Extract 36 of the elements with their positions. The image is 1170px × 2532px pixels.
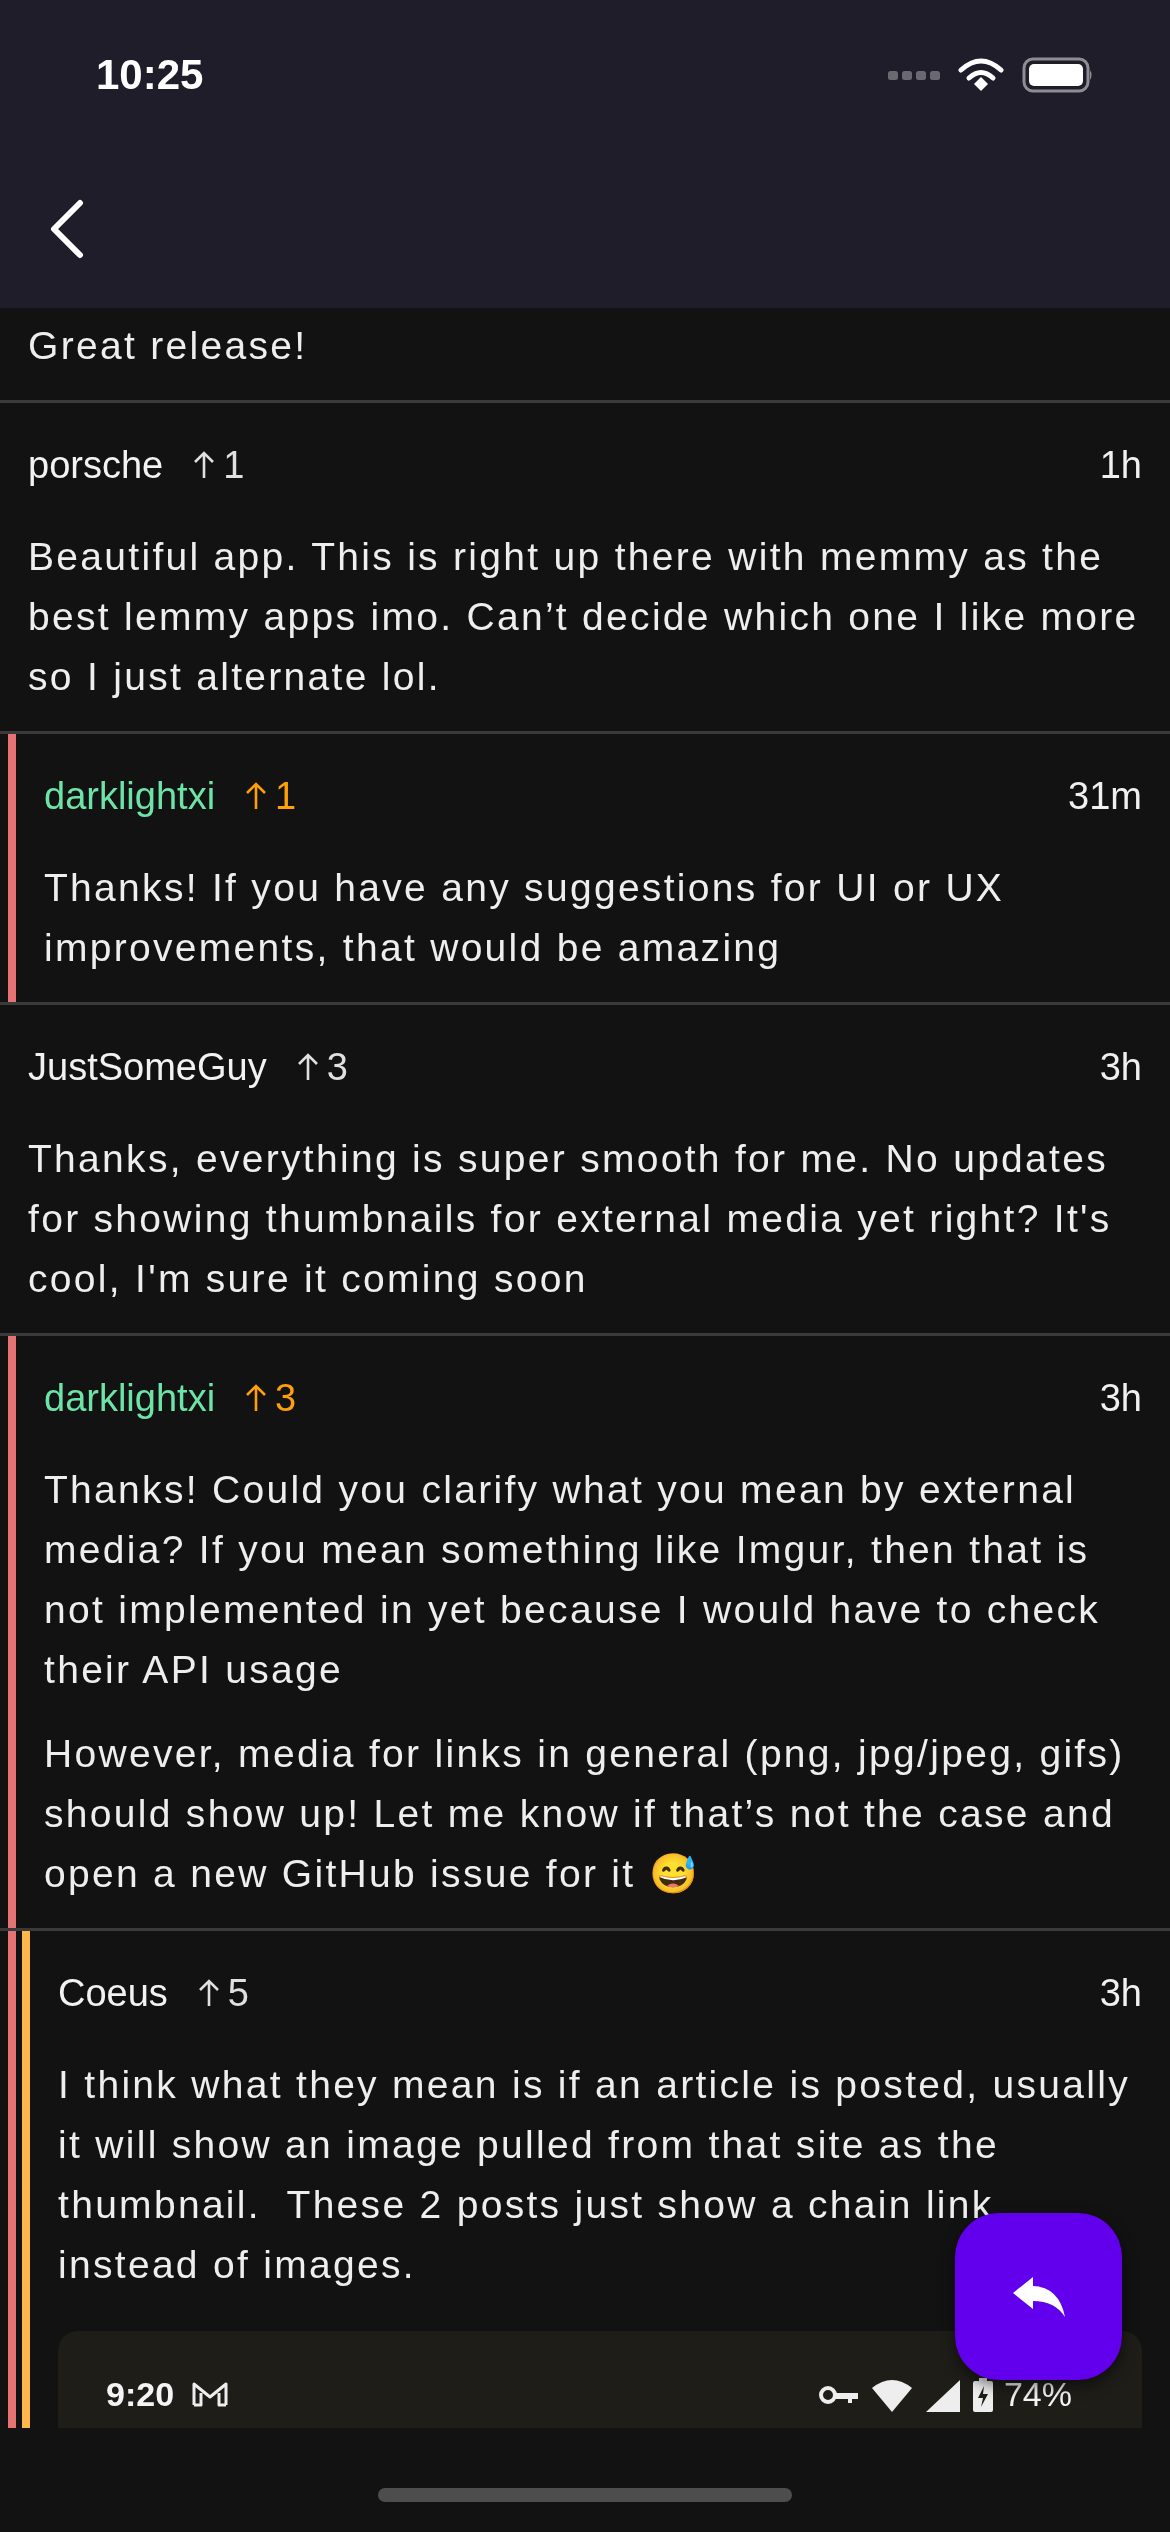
screenshot-preview[interactable]: 9:20 74% bbox=[58, 2331, 1142, 2428]
comment-text: Great release! bbox=[28, 323, 309, 369]
comment-time: 3h bbox=[1099, 1045, 1142, 1089]
username[interactable]: darklightxi bbox=[44, 1376, 216, 1420]
upvote-count: 1 bbox=[193, 443, 245, 487]
upvote-count: 1 bbox=[245, 774, 297, 818]
signal-icon bbox=[888, 69, 940, 81]
wifi-icon bbox=[869, 2377, 914, 2412]
comment-text: Beautiful app. This is right up there with memmy as the best lemmy apps imo. Can’t decide which one I like more so I just alternate lol. bbox=[28, 534, 1140, 700]
up-arrow-icon bbox=[245, 781, 268, 811]
battery-percentage: 74% bbox=[1003, 2375, 1072, 2414]
comment-text: However, media for links in general (png, jpg/jpeg, gifs) should show up! Let me know if that’s not the case and open a new GitHub issue for it 😅 bbox=[44, 1731, 1126, 1897]
battery-icon bbox=[1022, 57, 1094, 93]
up-arrow-icon bbox=[245, 1383, 268, 1413]
username[interactable]: porsche bbox=[28, 443, 164, 487]
comment-time: 3h bbox=[1099, 1376, 1142, 1420]
comment-text: Thanks, everything is super smooth for me. No updates for showing thumbnails for external media yet right? It's cool, I'm sure it coming soon bbox=[28, 1136, 1113, 1302]
username[interactable]: Coeus bbox=[58, 1971, 168, 2015]
status-time: 10:25 bbox=[96, 51, 204, 99]
username[interactable]: darklightxi bbox=[44, 774, 216, 818]
up-arrow-icon bbox=[193, 450, 216, 480]
comment-text: Thanks! Could you clarify what you mean by external media? If you mean something like Imgur, then that is not implemented in yet because I would have to check their API usage bbox=[44, 1467, 1102, 1693]
comment-text: I think what they mean is if an article is posted, usually it will show an image pulled from that site as the thumbnail. These 2 posts just show a chain link instead of images. bbox=[58, 2062, 1132, 2288]
wifi-icon bbox=[958, 58, 1004, 92]
up-arrow-icon bbox=[197, 1978, 220, 2008]
upvote-count: 3 bbox=[245, 1376, 297, 1420]
clock-text: 9:20 bbox=[106, 2375, 175, 2414]
comment-text: Thanks! If you have any suggestions for UI or UX improvements, that would be amazing bbox=[44, 865, 1006, 971]
comment-time: 31m bbox=[1068, 774, 1142, 818]
username[interactable]: JustSomeGuy bbox=[28, 1045, 267, 1089]
upvote-count: 3 bbox=[296, 1045, 348, 1089]
upvote-count: 5 bbox=[197, 1971, 249, 2015]
comment-time: 3h bbox=[1099, 1971, 1142, 2015]
comment-time: 1h bbox=[1099, 443, 1142, 487]
up-arrow-icon bbox=[296, 1052, 319, 1082]
battery-charging-icon bbox=[971, 2376, 994, 2413]
